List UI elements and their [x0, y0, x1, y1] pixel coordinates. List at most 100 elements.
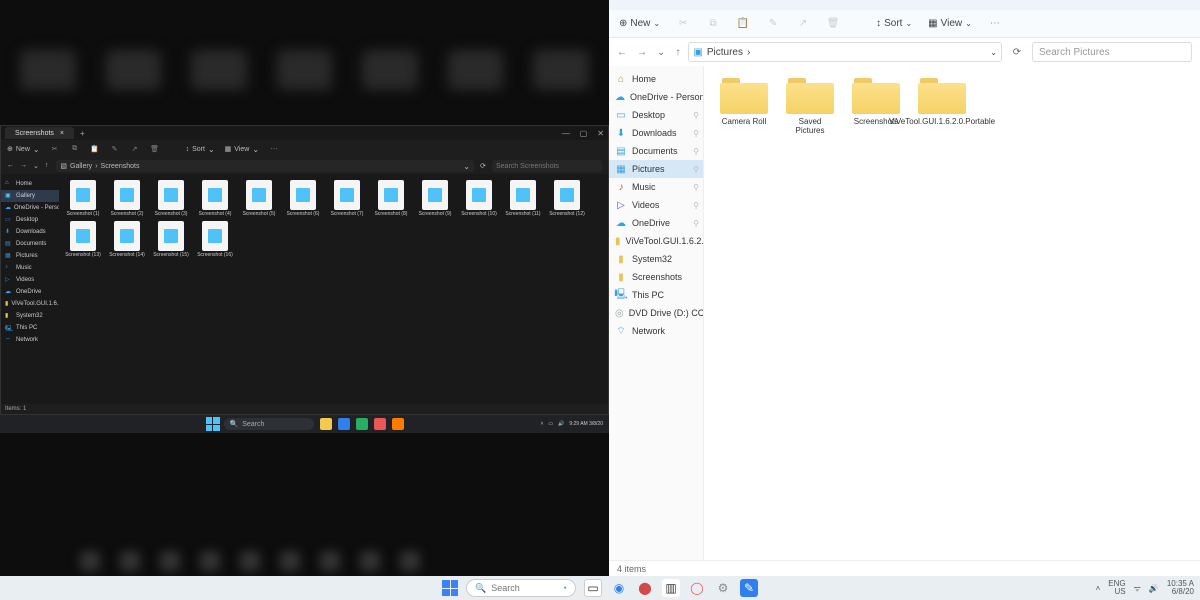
sidebar-item-pc[interactable]: ›🖳This PC: [609, 286, 703, 304]
opera-icon[interactable]: ◯: [688, 579, 706, 597]
nav-back-icon[interactable]: ←: [617, 47, 627, 58]
rename-icon[interactable]: ✎: [110, 145, 120, 153]
sidebar-item-desktop[interactable]: ▭Desktop⚲: [609, 106, 703, 124]
start-button[interactable]: [206, 417, 220, 431]
file-item[interactable]: Screenshot (5): [239, 180, 279, 217]
file-item[interactable]: Screenshot (15): [151, 221, 191, 258]
delete-icon[interactable]: 🗑: [150, 145, 160, 153]
sidebar-item-cloud[interactable]: ☁OneDrive - Persona: [1, 202, 59, 214]
sidebar-item-documents[interactable]: ▤Documents: [1, 238, 59, 250]
share-icon[interactable]: ↗: [796, 18, 810, 29]
nav-up-icon[interactable]: ↑: [45, 162, 49, 170]
nav-recent-icon[interactable]: ⌄: [657, 47, 665, 58]
breadcrumb[interactable]: ▣ Pictures › ⌄: [688, 42, 1002, 62]
sidebar-item-folder[interactable]: ▮System32: [609, 250, 703, 268]
minimize-icon[interactable]: ―: [562, 129, 570, 138]
chevron-down-icon[interactable]: ⌄: [463, 162, 470, 171]
clock[interactable]: 10:35 A 6/8/20: [1167, 580, 1194, 596]
sidebar-item-downloads[interactable]: ⬇Downloads⚲: [609, 124, 703, 142]
app-icon[interactable]: [356, 418, 368, 430]
sidebar-item-pictures[interactable]: ▦Pictures: [1, 250, 59, 262]
chevron-down-icon[interactable]: ⌄: [990, 48, 997, 57]
search-input[interactable]: 🔍 Search ◔: [466, 579, 576, 597]
clock[interactable]: 9:29 AM 3/8/20: [569, 421, 603, 427]
sidebar-item-documents[interactable]: ▤Documents⚲: [609, 142, 703, 160]
file-item[interactable]: Screenshot (1): [63, 180, 103, 217]
chevron-right-icon[interactable]: ›: [609, 327, 610, 336]
more-icon[interactable]: ⋯: [269, 145, 279, 153]
more-icon[interactable]: ⋯: [988, 18, 1002, 29]
file-item[interactable]: Screenshot (13): [63, 221, 103, 258]
file-item[interactable]: Screenshot (9): [415, 180, 455, 217]
paste-icon[interactable]: 📋: [90, 145, 100, 153]
task-view-icon[interactable]: ▭: [584, 579, 602, 597]
new-button[interactable]: ⊕ New ⌄: [619, 18, 660, 29]
close-icon[interactable]: ×: [60, 130, 64, 137]
folder-item[interactable]: ViVeTool.GUI.1.6.2.0.Portable: [916, 78, 968, 136]
start-button[interactable]: [442, 580, 458, 596]
view-dropdown[interactable]: ▦ View ⌄: [225, 145, 259, 154]
sidebar-item-folder[interactable]: ▮Screenshots: [609, 268, 703, 286]
refresh-icon[interactable]: ⟳: [478, 162, 488, 170]
volume-icon[interactable]: 🔊: [558, 421, 564, 427]
sidebar-item-videos[interactable]: ▷Videos: [1, 274, 59, 286]
chevron-up-icon[interactable]: ˄: [540, 421, 543, 427]
maximize-icon[interactable]: ▢: [580, 129, 588, 138]
sidebar-item-cloud[interactable]: ☁OneDrive: [1, 286, 59, 298]
file-item[interactable]: Screenshot (3): [151, 180, 191, 217]
breadcrumb[interactable]: ▧ Gallery › Screenshots ⌄: [56, 160, 474, 172]
file-item[interactable]: Screenshot (10): [459, 180, 499, 217]
sidebar-item-downloads[interactable]: ⬇Downloads: [1, 226, 59, 238]
sidebar-item-music[interactable]: ♪Music: [1, 262, 59, 274]
file-item[interactable]: Screenshot (11): [503, 180, 543, 217]
folder-item[interactable]: Camera Roll: [718, 78, 770, 136]
sidebar-item-folder[interactable]: ▮ViVeTool.GUI.1.6.2.0: [1, 298, 59, 310]
search-input[interactable]: Search Pictures: [1032, 42, 1192, 62]
file-item[interactable]: Screenshot (4): [195, 180, 235, 217]
edge-icon[interactable]: ◉: [610, 579, 628, 597]
sidebar-item-pc[interactable]: 🖳This PC: [1, 322, 59, 334]
view-dropdown[interactable]: ▦ View ⌄: [928, 18, 972, 29]
close-window-icon[interactable]: ✕: [597, 129, 604, 138]
sidebar-item-videos[interactable]: ▷Videos⚲: [609, 196, 703, 214]
file-item[interactable]: Screenshot (14): [107, 221, 147, 258]
language-indicator[interactable]: ENG US: [1108, 580, 1125, 596]
sidebar-item-folder[interactable]: ▮ViVeTool.GUI.1.6.2.0: [609, 232, 703, 250]
opera-icon[interactable]: [374, 418, 386, 430]
sidebar-item-home[interactable]: ⌂Home: [1, 178, 59, 190]
explorer-icon[interactable]: [320, 418, 332, 430]
cut-icon[interactable]: ✂: [50, 145, 60, 153]
search-input[interactable]: Search Screenshots: [492, 160, 602, 172]
file-item[interactable]: Screenshot (6): [283, 180, 323, 217]
cut-icon[interactable]: ✂: [676, 18, 690, 29]
sidebar-item-network[interactable]: ⌔Network: [1, 334, 59, 346]
sidebar-item-desktop[interactable]: ▭Desktop: [1, 214, 59, 226]
nav-recent-icon[interactable]: ⌄: [33, 162, 39, 170]
sidebar-item-disc[interactable]: ›◎DVD Drive (D:) CCC: [609, 304, 703, 322]
chevron-right-icon[interactable]: ›: [609, 93, 610, 102]
sidebar-item-folder[interactable]: ▮System32: [1, 310, 59, 322]
nav-forward-icon[interactable]: →: [637, 47, 647, 58]
folder-item[interactable]: Screenshots: [850, 78, 902, 136]
nav-back-icon[interactable]: ←: [7, 162, 14, 170]
nav-forward-icon[interactable]: →: [20, 162, 27, 170]
paste-icon[interactable]: 📋: [736, 18, 750, 29]
notepad-icon[interactable]: ▥: [662, 579, 680, 597]
share-icon[interactable]: ↗: [130, 145, 140, 153]
firefox-icon[interactable]: [392, 418, 404, 430]
file-item[interactable]: Screenshot (16): [195, 221, 235, 258]
sidebar-item-cloud[interactable]: ›☁OneDrive - Persona: [609, 88, 703, 106]
new-button[interactable]: ⊕ New ⌄: [7, 145, 40, 154]
settings-icon[interactable]: ⚙: [714, 579, 732, 597]
copy-icon[interactable]: ⧉: [70, 145, 80, 153]
network-icon[interactable]: ▭: [548, 421, 553, 427]
chevron-up-icon[interactable]: ˄: [1096, 584, 1101, 593]
edge-icon[interactable]: [338, 418, 350, 430]
network-icon[interactable]: ᯤ: [1134, 583, 1141, 594]
sidebar-item-home[interactable]: ⌂Home: [609, 70, 703, 88]
search-input[interactable]: 🔍 Search: [224, 418, 314, 430]
volume-icon[interactable]: 🔊: [1149, 584, 1159, 593]
sidebar-item-network[interactable]: ›⌔Network: [609, 322, 703, 340]
chevron-right-icon[interactable]: ›: [609, 309, 610, 318]
refresh-icon[interactable]: ⟳: [1010, 47, 1024, 58]
